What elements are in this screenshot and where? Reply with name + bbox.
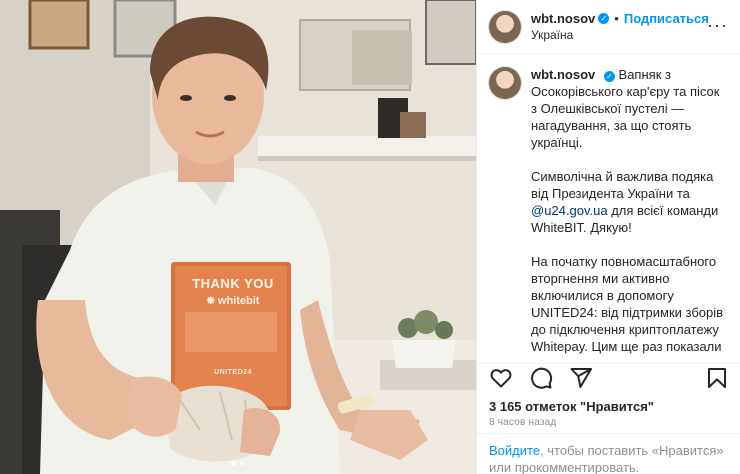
carousel-dot[interactable] bbox=[240, 461, 245, 466]
post-sidebar: wbt.nosov ✓ • Подписаться Україна ··· wb… bbox=[476, 0, 740, 474]
more-options-icon[interactable]: ··· bbox=[707, 15, 728, 36]
bookmark-icon[interactable] bbox=[705, 366, 729, 390]
avatar[interactable] bbox=[489, 10, 521, 43]
likes-count[interactable]: 3 165 отметок "Нравится" bbox=[489, 399, 654, 414]
verified-badge-icon: ✓ bbox=[603, 71, 615, 82]
plaque-footer: UNITED24 bbox=[214, 369, 252, 376]
carousel-dots bbox=[0, 461, 476, 466]
caption-avatar[interactable] bbox=[489, 67, 521, 99]
caption-para-2-start: Символічна й важлива подяка від Президен… bbox=[531, 169, 714, 201]
action-bar bbox=[477, 363, 740, 391]
carousel-dot-active[interactable] bbox=[231, 461, 236, 466]
location-link[interactable]: Україна bbox=[531, 27, 709, 43]
photo-scene bbox=[0, 0, 476, 474]
login-link[interactable]: Войдите bbox=[489, 443, 540, 458]
plaque-brand: whitebit bbox=[178, 295, 288, 307]
heart-icon[interactable] bbox=[489, 366, 513, 390]
login-prompt: Войдите, чтобы поставить «Нравится» или … bbox=[477, 433, 740, 474]
caption-para-3: На початку повномасштабного вторгнення м… bbox=[531, 254, 724, 354]
post-timestamp[interactable]: 8 часов назад bbox=[489, 417, 556, 428]
caption-area: wbt.nosov ✓ Вапняк з Осокорівського кар'… bbox=[477, 54, 740, 354]
username-link[interactable]: wbt.nosov bbox=[531, 11, 595, 27]
post-photo[interactable]: THANK YOU whitebit UNITED24 bbox=[0, 0, 476, 474]
caption-text: wbt.nosov ✓ Вапняк з Осокорівського кар'… bbox=[531, 66, 728, 354]
share-icon[interactable] bbox=[569, 366, 593, 390]
header-text: wbt.nosov ✓ • Подписаться Україна bbox=[531, 11, 709, 43]
post-header: wbt.nosov ✓ • Подписаться Україна ··· bbox=[477, 0, 740, 54]
caption-username-link[interactable]: wbt.nosov bbox=[531, 67, 595, 82]
caption-para-2: Символічна й важлива подяка від Президен… bbox=[531, 168, 728, 236]
comment-icon[interactable] bbox=[529, 366, 553, 390]
plaque-title: THANK YOU bbox=[192, 276, 274, 291]
follow-button[interactable]: Подписаться bbox=[624, 11, 709, 27]
dot-separator: • bbox=[614, 10, 619, 26]
verified-badge-icon: ✓ bbox=[598, 13, 610, 24]
mention-link[interactable]: @u24.gov.ua bbox=[531, 203, 608, 218]
